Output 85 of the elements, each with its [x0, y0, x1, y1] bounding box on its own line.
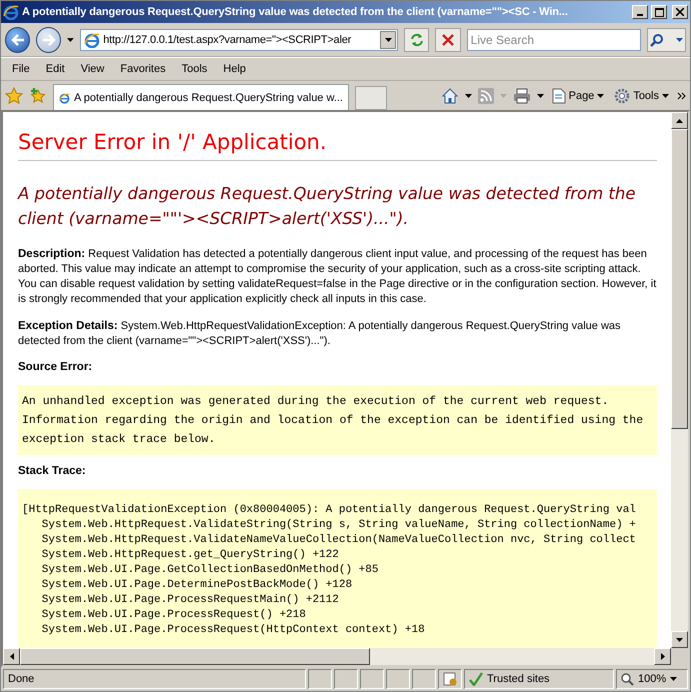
menu-item[interactable]: Tools	[174, 61, 214, 77]
source-error-text: An unhandled exception was generated during the execution of the current web request. Information regarding the origin and location of the exception can be identified using the exception stack trace below.	[22, 394, 644, 448]
stop-button[interactable]	[435, 28, 461, 52]
caret-icon	[500, 94, 507, 98]
address-dropdown-button[interactable]	[380, 30, 396, 48]
printer-icon[interactable]	[512, 88, 531, 104]
section-label: Source Error:	[18, 361, 94, 373]
document-icon	[443, 672, 457, 686]
arrow-left-icon	[10, 34, 25, 46]
page-menu[interactable]: Page	[550, 88, 606, 104]
caret-icon	[676, 38, 683, 42]
search-icon	[650, 32, 664, 46]
caret-icon	[384, 38, 392, 42]
address-field[interactable]: http://127.0.0.1/test.aspx?varname="><SCRIPT>aler	[80, 28, 398, 50]
menu-item[interactable]: View	[74, 61, 112, 77]
scroll-left-button[interactable]	[3, 648, 20, 665]
menu-item[interactable]: File	[5, 61, 37, 77]
maximize-button[interactable]	[651, 5, 667, 19]
status-pane	[334, 669, 358, 689]
chevron-icon[interactable]	[677, 92, 686, 100]
close-button[interactable]	[672, 5, 688, 19]
status-pane	[412, 669, 436, 689]
left-arrow-icon	[10, 653, 14, 660]
stack-trace-line: System.Web.UI.Page.ProcessRequest(HttpContext context) +18	[40, 623, 426, 638]
stack-trace-line: System.Web.HttpRequest.ValidateString(String s, String valueName, String collectionName) +	[40, 518, 637, 533]
stop-icon	[442, 34, 454, 46]
page-icon	[552, 88, 566, 104]
close-icon	[676, 8, 684, 16]
exception-details-text: Exception Details: System.Web.HttpRequestValidationException: A potentially dangerous Request.QueryString value was detected from the client (varname=""><SCRIPT>alert('XSS')...").	[18, 319, 622, 349]
scrollbar-thumb[interactable]	[671, 129, 688, 429]
zoom-control[interactable]: 100%	[616, 669, 688, 689]
stack-trace-line: System.Web.UI.Page.DeterminePostBackMode() +128	[40, 578, 354, 593]
menu-item[interactable]: Help	[216, 61, 253, 77]
caret-icon	[464, 94, 472, 98]
status-pane	[386, 669, 410, 689]
tools-menu[interactable]: Tools	[612, 88, 671, 104]
stack-trace-line: System.Web.UI.Page.GetCollectionBasedOnMethod() +85	[40, 563, 380, 578]
up-arrow-icon	[676, 118, 683, 122]
arrow-right-icon	[42, 34, 56, 46]
caret-icon	[676, 638, 683, 642]
gear-icon	[614, 88, 630, 104]
browser-logo-icon	[84, 32, 100, 48]
refresh-icon	[410, 32, 424, 46]
protected-mode-pane[interactable]	[438, 669, 462, 689]
home-icon[interactable]	[440, 86, 459, 104]
browser-logo-icon	[3, 4, 19, 20]
scroll-down-button[interactable]	[671, 631, 688, 648]
scrollbar-thumb[interactable]	[20, 648, 370, 665]
browser-tab[interactable]: A potentially dangerous Request.QueryString value w...	[53, 84, 349, 110]
stack-trace-line: System.Web.HttpRequest.get_QueryString() +122	[40, 548, 340, 563]
forward-button[interactable]	[36, 26, 62, 52]
search-button[interactable]	[647, 28, 686, 52]
scroll-up-button[interactable]	[671, 112, 688, 129]
stack-trace-line: [HttpRequestValidationException (0x80004005): A potentially dangerous Request.QueryString val	[22, 503, 637, 518]
back-button[interactable]	[5, 26, 30, 52]
caret-icon	[536, 94, 544, 98]
window-title: A potentially dangerous Request.QueryString value was detected from the client (varname=""><SC - Win...	[22, 6, 569, 18]
checkmark-icon	[469, 672, 483, 686]
status-pane	[360, 669, 384, 689]
menu-item[interactable]: Edit	[38, 61, 72, 77]
horizontal-scrollbar[interactable]	[3, 648, 671, 665]
caret-icon	[67, 38, 74, 42]
favorites-star-icon[interactable]	[5, 86, 23, 104]
caret-icon	[662, 94, 669, 98]
page-heading: Server Error in '/' Application.	[18, 129, 328, 156]
security-zone[interactable]: Trusted sites	[464, 669, 614, 689]
stack-trace-line: System.Web.UI.Page.ProcessRequestMain() +2112	[40, 593, 340, 608]
vertical-scrollbar[interactable]	[671, 112, 688, 648]
maximize-icon	[654, 8, 664, 16]
minimize-button[interactable]	[632, 5, 648, 19]
stack-trace-line: System.Web.UI.Page.ProcessRequest() +218	[40, 608, 307, 623]
status-text: Done	[3, 669, 306, 689]
zoom-icon	[621, 672, 634, 686]
section-label: Stack Trace:	[18, 465, 87, 477]
search-field[interactable]: Live Search	[466, 28, 642, 50]
menu-item[interactable]: Favorites	[113, 61, 173, 77]
right-arrow-icon	[660, 653, 664, 660]
scroll-right-button[interactable]	[654, 648, 671, 665]
status-pane	[308, 669, 332, 689]
caret-icon	[597, 94, 604, 98]
refresh-button[interactable]	[404, 28, 430, 52]
error-title: A potentially dangerous Request.QueryString value was detected from the client (varname=""'><SCRIPT>alert('XSS')...").	[18, 183, 637, 230]
description-text: Description: Request Validation has detected a potentially dangerous client input value, and processing of the request has been aborted. This value may indicate an attempt to compromise the security of your application, such as a cross-site scripting attack. You can disable request validation by setting validateRequest=false in the Page directive or in the configuration section. However, it is strongly recommended that your application explicitly check all inputs in this case.	[18, 247, 657, 307]
caret-icon	[670, 677, 678, 681]
stack-trace-line: System.Web.HttpRequest.ValidateNameValueCollection(NameValueCollection nvc, String collect	[40, 533, 637, 548]
